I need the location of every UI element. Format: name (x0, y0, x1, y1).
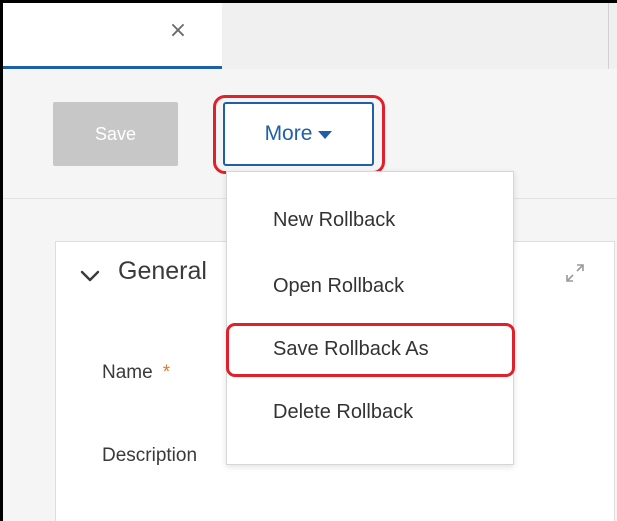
expand-icon[interactable] (564, 262, 586, 284)
tab-divider (608, 3, 609, 69)
name-field-label: Name * (102, 362, 170, 384)
more-button[interactable]: More (223, 102, 374, 166)
menu-item-open-rollback[interactable]: Open Rollback (273, 275, 404, 298)
menu-item-delete-rollback[interactable]: Delete Rollback (273, 401, 413, 424)
close-icon[interactable]: × (167, 20, 189, 42)
more-dropdown-menu: New Rollback Open Rollback Save Rollback… (226, 171, 514, 465)
tab-active[interactable]: × (3, 3, 222, 69)
tab-bar: × (3, 3, 617, 69)
menu-item-highlight (226, 323, 515, 377)
description-field-label: Description (102, 445, 197, 467)
app-frame: × Save More General Name * Description N… (0, 0, 617, 521)
save-button-label: Save (94, 123, 137, 144)
save-button[interactable]: Save (53, 102, 178, 166)
panel-title: General (118, 257, 207, 285)
more-button-label: More (264, 122, 313, 145)
required-marker: * (162, 362, 171, 383)
name-label-text: Name (102, 362, 153, 383)
description-label-text: Description (102, 445, 198, 466)
chevron-down-icon[interactable] (78, 264, 102, 288)
caret-down-icon (318, 131, 333, 139)
menu-item-new-rollback[interactable]: New Rollback (273, 209, 395, 232)
